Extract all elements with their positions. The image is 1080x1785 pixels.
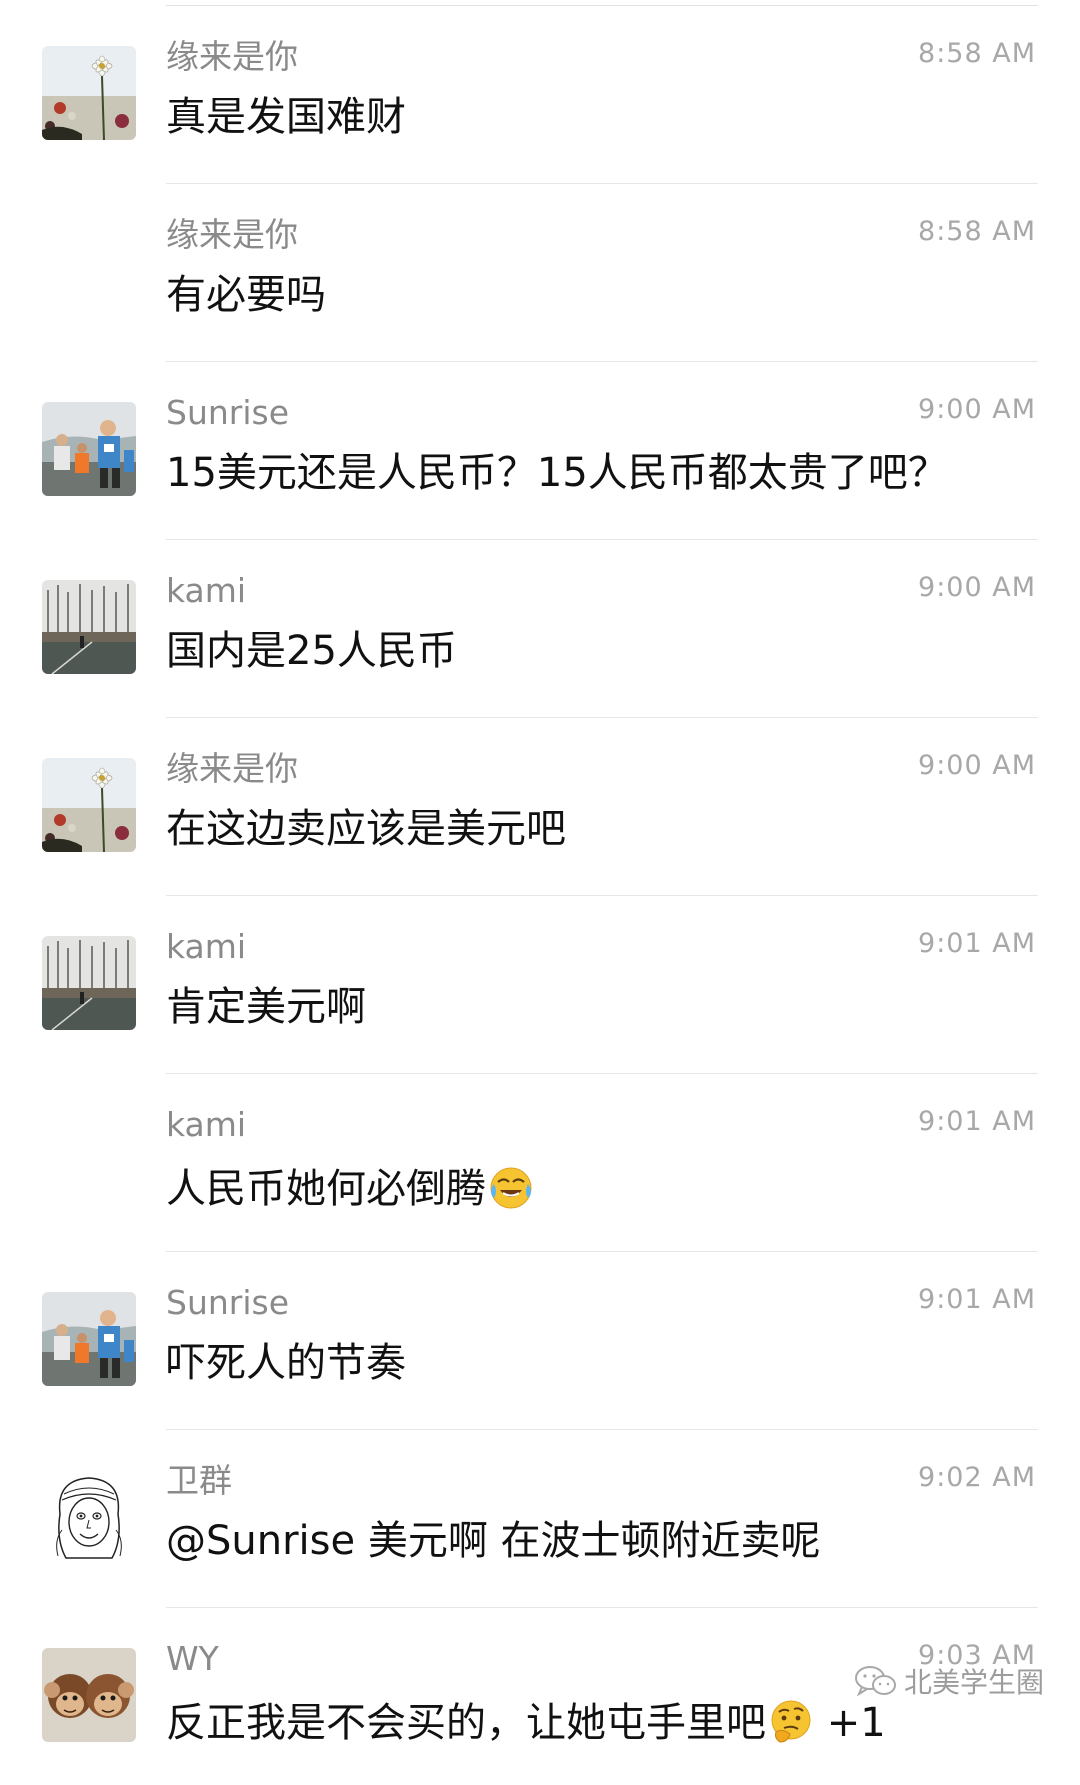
message-text-content: 在这边卖应该是美元吧 (166, 806, 566, 852)
message-time: 9:01 AM (918, 1106, 1036, 1137)
chat-message-list: 缘来是你 8:58 AM 真是发国难财 缘来是你 8:58 AM 有必要吗 Su… (0, 6, 1080, 1785)
message-text: 人民币她何必倒腾 (166, 1164, 534, 1210)
message-text-content: 真是发国难财 (166, 94, 406, 140)
message-text: 在这边卖应该是美元吧 (166, 808, 566, 850)
runners-avatar[interactable] (42, 1292, 136, 1386)
sender-name: 卫群 (166, 1461, 232, 1500)
message-text-content: @Sunrise 美元啊 在波士顿附近卖呢 (166, 1518, 821, 1564)
message-text-content: 15美元还是人民币？15人民币都太贵了吧？ (166, 450, 948, 496)
message-row[interactable]: kami 9:00 AM 国内是25人民币 (42, 540, 1038, 718)
message-time: 8:58 AM (918, 216, 1036, 247)
message-text: 15美元还是人民币？15人民币都太贵了吧？ (166, 452, 948, 494)
message-time: 8:58 AM (918, 38, 1036, 69)
message-text-content: 国内是25人民币 (166, 628, 457, 674)
message-time: 9:02 AM (918, 1462, 1036, 1493)
message-text: 吓死人的节奏 (166, 1342, 406, 1384)
message-text-content: 吓死人的节奏 (166, 1340, 406, 1386)
message-text: 肯定美元啊 (166, 986, 366, 1028)
message-text-content: 人民币她何必倒腾 (166, 1166, 486, 1212)
message-text: @Sunrise 美元啊 在波士顿附近卖呢 (166, 1520, 821, 1562)
wechat-icon (854, 1663, 898, 1699)
flower-avatar[interactable] (42, 758, 136, 852)
sender-name: kami (166, 927, 247, 966)
message-time: 9:00 AM (918, 572, 1036, 603)
sender-name: WY (166, 1639, 219, 1678)
message-text-content: 反正我是不会买的，让她屯手里吧 (166, 1700, 766, 1746)
laughing-crying-emoji-icon (488, 1164, 534, 1210)
flower-avatar[interactable] (42, 46, 136, 140)
message-time: 9:01 AM (918, 928, 1036, 959)
message-text: 国内是25人民币 (166, 630, 457, 672)
message-row[interactable]: 缘来是你 8:58 AM 真是发国难财 (42, 6, 1038, 184)
thinking-emoji-icon (768, 1698, 814, 1744)
monkey-avatar[interactable] (42, 1648, 136, 1742)
message-row[interactable]: 缘来是你 8:58 AM 有必要吗 (166, 184, 1038, 362)
sender-name: 缘来是你 (166, 37, 298, 76)
sender-name: Sunrise (166, 393, 290, 432)
message-text-content: 有必要吗 (166, 272, 326, 318)
message-row[interactable]: kami 9:01 AM 人民币她何必倒腾 (166, 1074, 1038, 1252)
message-row[interactable]: kami 9:01 AM 肯定美元啊 (42, 896, 1038, 1074)
sender-name: kami (166, 1105, 247, 1144)
message-row[interactable]: Sunrise 9:01 AM 吓死人的节奏 (42, 1252, 1038, 1430)
sender-name: 缘来是你 (166, 215, 298, 254)
message-text: 反正我是不会买的，让她屯手里吧 +1 (166, 1698, 886, 1744)
runners-avatar[interactable] (42, 402, 136, 496)
sketch-avatar[interactable] (42, 1470, 136, 1564)
watermark: 北美学生圈 (854, 1661, 1044, 1701)
sender-name: 缘来是你 (166, 749, 298, 788)
message-text-content: 肯定美元啊 (166, 984, 366, 1030)
park-avatar[interactable] (42, 936, 136, 1030)
sender-name: Sunrise (166, 1283, 290, 1322)
message-time: 9:00 AM (918, 750, 1036, 781)
message-time: 9:00 AM (918, 394, 1036, 425)
message-time: 9:01 AM (918, 1284, 1036, 1315)
message-suffix: +1 (814, 1700, 886, 1746)
park-avatar[interactable] (42, 580, 136, 674)
watermark-text: 北美学生圈 (903, 1666, 1044, 1699)
message-text: 有必要吗 (166, 274, 326, 316)
message-text: 真是发国难财 (166, 96, 406, 138)
message-row[interactable]: 卫群 9:02 AM @Sunrise 美元啊 在波士顿附近卖呢 (42, 1430, 1038, 1608)
message-row[interactable]: 缘来是你 9:00 AM 在这边卖应该是美元吧 (42, 718, 1038, 896)
sender-name: kami (166, 571, 247, 610)
message-row[interactable]: Sunrise 9:00 AM 15美元还是人民币？15人民币都太贵了吧？ (42, 362, 1038, 540)
